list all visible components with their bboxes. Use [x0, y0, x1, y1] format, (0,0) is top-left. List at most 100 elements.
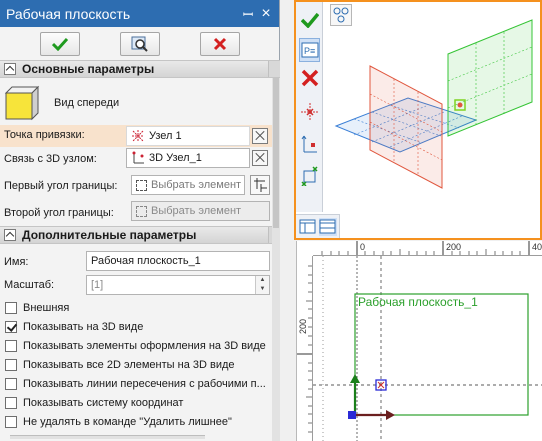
- second-corner-field[interactable]: Выбрать элемент: [131, 201, 270, 221]
- anchor-value: Узел 1: [149, 130, 182, 142]
- properties-tool[interactable]: P≡: [299, 38, 320, 62]
- pick-corner-button[interactable]: [250, 175, 270, 195]
- pin-icon[interactable]: ꟷ: [239, 5, 257, 23]
- layout-single-icon[interactable]: [299, 218, 317, 236]
- collapse-icon[interactable]: [4, 229, 16, 241]
- cancel-button[interactable]: [199, 31, 240, 56]
- anchor-field[interactable]: Узел 1: [126, 126, 250, 146]
- view-orientation[interactable]: Вид спереди: [4, 85, 154, 121]
- checkbox-box[interactable]: [5, 321, 17, 333]
- options-list: Внешняя Показывать на 3D виде Показывать…: [0, 299, 272, 439]
- horizontal-ruler: 0 200 400: [313, 241, 542, 256]
- scale-label: Масштаб:: [4, 279, 55, 291]
- checkbox-label: Не удалять в команде "Удалить лишнее": [23, 416, 232, 428]
- anchor-marker: [454, 99, 466, 111]
- checkbox-box[interactable]: [5, 359, 17, 371]
- panel-scrollbar[interactable]: [272, 78, 280, 441]
- scene-3d: [334, 19, 533, 189]
- checkbox-coord-system[interactable]: Показывать систему координат: [0, 394, 272, 412]
- checkbox-box[interactable]: [5, 397, 17, 409]
- checkbox-label: Показывать линии пересечения с рабочими …: [23, 378, 266, 390]
- corner-tool[interactable]: [299, 164, 320, 188]
- plane-name-label: Рабочая плоскость_1: [358, 295, 478, 309]
- checkbox-label: Показывать систему координат: [23, 397, 184, 409]
- properties-panel: Рабочая плоскость ꟷ × Основные параметры: [0, 0, 280, 441]
- checkbox-box[interactable]: [5, 378, 17, 390]
- collapse-icon[interactable]: [4, 63, 16, 75]
- red-cross-icon: [213, 37, 226, 50]
- ruler-top-label-400: 400: [532, 242, 542, 252]
- corner-pick-icon: [254, 178, 267, 192]
- checkbox-keep-on-cleanup[interactable]: Не удалять в команде "Удалить лишнее": [0, 413, 272, 431]
- ruler-top-label-0: 0: [360, 242, 366, 252]
- corner-region-icon: [300, 166, 318, 186]
- crosshair-point-icon: [300, 103, 319, 121]
- view-3d[interactable]: P≡: [294, 0, 542, 240]
- second-corner-placeholder: Выбрать элемент: [151, 205, 242, 217]
- front-view-cube-icon: [4, 85, 40, 121]
- node-tree-icon: [333, 7, 349, 23]
- ruler-left-label-200: 200: [298, 318, 308, 334]
- select-element-icon: [136, 205, 147, 217]
- extra-params-title: Дополнительные параметры: [22, 228, 197, 242]
- select-element-icon: [136, 179, 147, 191]
- side-plane: [447, 19, 533, 137]
- checkbox-label: Показывать все 2D элементы на 3D виде: [23, 359, 235, 371]
- first-corner-field[interactable]: Выбрать элемент: [131, 175, 245, 195]
- scroll-thumb[interactable]: [273, 78, 279, 228]
- ruler-ticks: [297, 265, 312, 433]
- view3d-toolbar: P≡: [296, 2, 323, 212]
- axis-point-tool[interactable]: [299, 132, 320, 156]
- layout-split-icon[interactable]: [319, 218, 337, 236]
- link-value: 3D Узел_1: [149, 152, 202, 164]
- view-2d[interactable]: 0 200 400 200 Рабочая плоскость_1: [296, 241, 542, 441]
- checkbox-show-2d[interactable]: Показывать все 2D элементы на 3D виде: [0, 356, 272, 374]
- slider-track[interactable]: [10, 435, 205, 439]
- close-icon[interactable]: ×: [257, 5, 275, 23]
- scale-input[interactable]: [1] ▲ ▼: [86, 275, 270, 295]
- view3d-layout-bar: [296, 214, 340, 238]
- first-corner-placeholder: Выбрать элемент: [151, 179, 242, 191]
- checkbox-box[interactable]: [5, 340, 17, 352]
- second-corner-label: Второй угол границы:: [4, 207, 114, 219]
- anchor-label: Точка привязки:: [4, 129, 85, 141]
- drawing-area: [313, 256, 542, 441]
- scale-spinner[interactable]: ▲ ▼: [255, 276, 269, 294]
- ok-button[interactable]: [39, 31, 80, 56]
- checkbox-box[interactable]: [5, 416, 17, 428]
- front-plane: [369, 65, 443, 189]
- ruler-top-label-200: 200: [446, 242, 462, 252]
- name-value: Рабочая плоскость_1: [91, 255, 201, 267]
- view3d-nav-button[interactable]: [330, 4, 352, 26]
- scale-value: [1]: [91, 279, 104, 291]
- panel-titlebar: Рабочая плоскость ꟷ ×: [0, 0, 279, 27]
- main-params-title: Основные параметры: [22, 62, 155, 76]
- checkbox-intersections[interactable]: Показывать линии пересечения с рабочими …: [0, 375, 272, 393]
- view-orientation-label: Вид спереди: [54, 97, 120, 109]
- horizontal-plane: [334, 97, 478, 153]
- clear-anchor-icon[interactable]: [252, 128, 268, 144]
- anchor-node-dot: [457, 102, 463, 108]
- link-field[interactable]: 3D Узел_1: [126, 148, 250, 168]
- node-point-icon: [132, 130, 144, 142]
- extra-params-header[interactable]: Дополнительные параметры: [0, 226, 280, 244]
- cancel-tool[interactable]: [299, 66, 320, 90]
- vertical-ruler: 200: [297, 256, 313, 441]
- green-check-icon: [51, 37, 68, 51]
- preview-button[interactable]: [119, 31, 160, 56]
- checkbox-external[interactable]: Внешняя: [0, 299, 272, 317]
- axis-point-icon: [301, 135, 317, 153]
- anchor-row: Точка привязки: Узел 1: [0, 125, 272, 147]
- checkbox-box[interactable]: [5, 302, 17, 314]
- clear-link-icon[interactable]: [252, 150, 268, 166]
- checkbox-show-3d[interactable]: Показывать на 3D виде: [0, 318, 272, 336]
- properties-icon: P≡: [301, 42, 318, 58]
- link-label: Связь с 3D узлом:: [4, 153, 97, 165]
- checkbox-label: Внешняя: [23, 302, 70, 314]
- name-input[interactable]: Рабочая плоскость_1: [86, 251, 270, 271]
- checkbox-show-decor[interactable]: Показывать элементы оформления на 3D вид…: [0, 337, 272, 355]
- apply-tool[interactable]: [299, 8, 320, 32]
- point-tool[interactable]: [299, 100, 320, 124]
- main-params-header[interactable]: Основные параметры: [0, 60, 280, 78]
- checkbox-label: Показывать элементы оформления на 3D вид…: [23, 340, 266, 352]
